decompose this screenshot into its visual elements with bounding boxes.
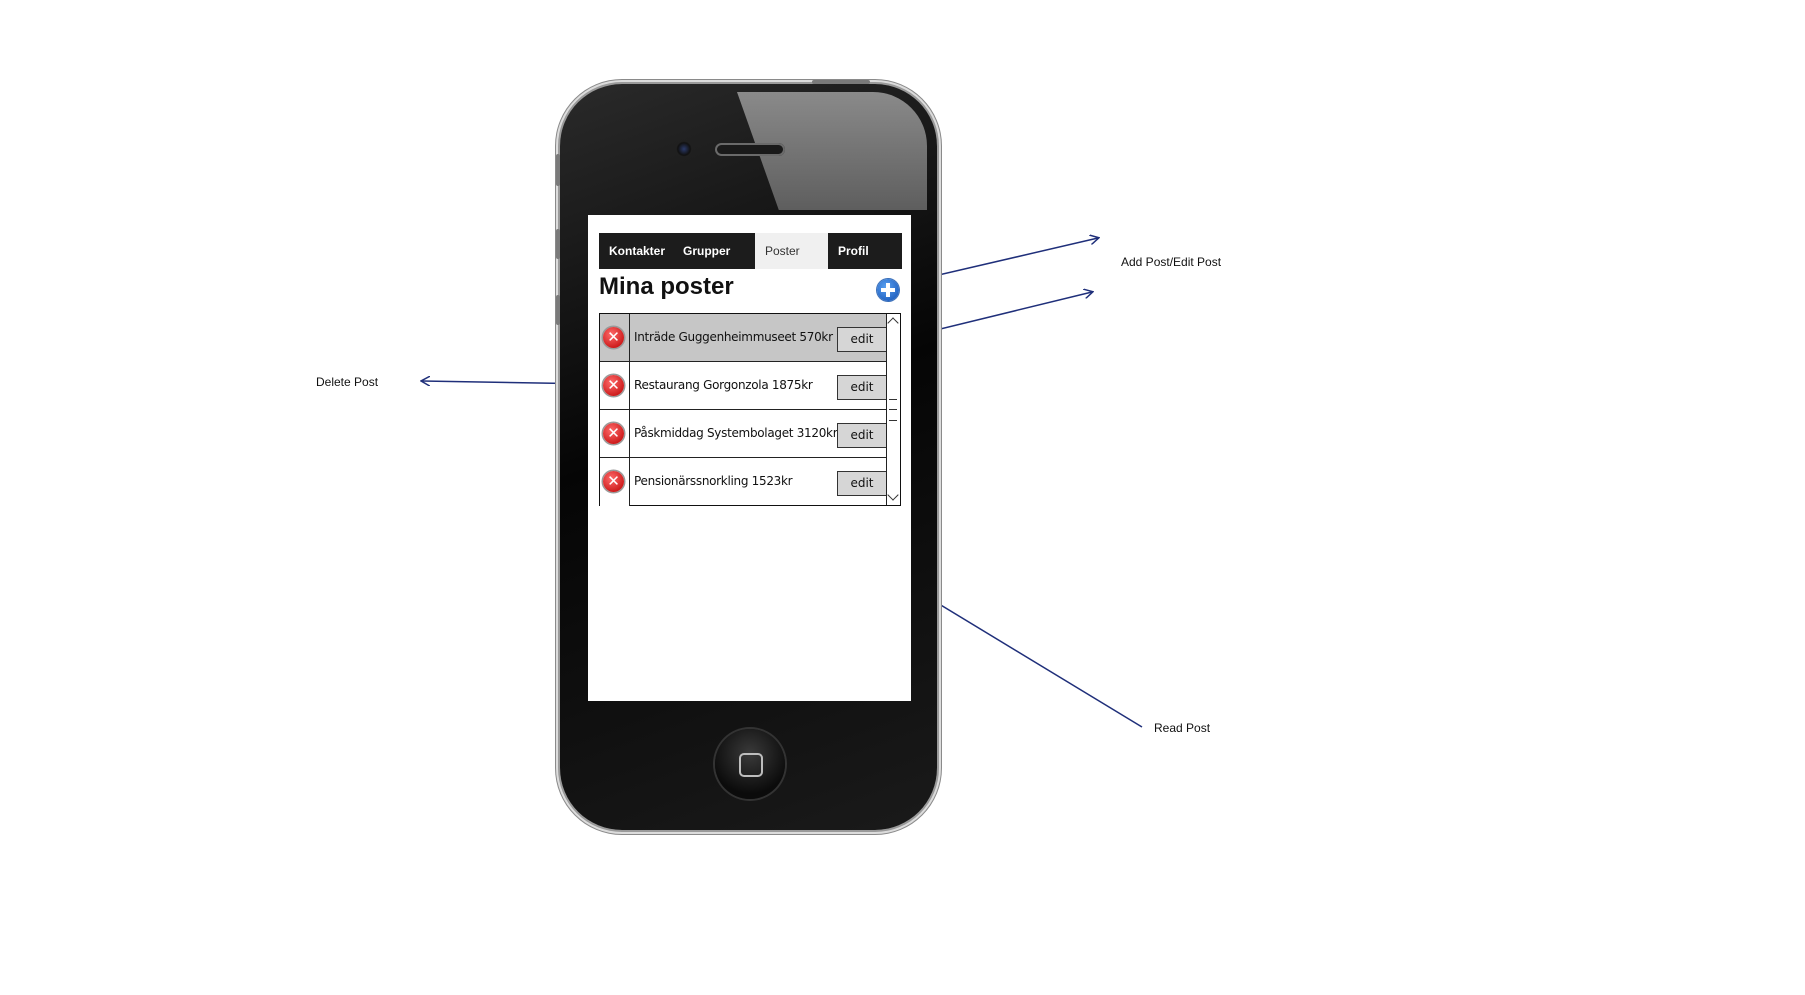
x-circle-icon[interactable]: ✕ (603, 471, 624, 492)
tab-poster[interactable]: Poster (755, 233, 828, 269)
page-title: Mina poster (599, 273, 734, 300)
annotation-read-post: Read Post (1154, 721, 1211, 735)
chevron-down-icon[interactable] (887, 489, 899, 501)
row-delete-cell: ✕ (600, 362, 630, 409)
tab-kontakter[interactable]: Kontakter (599, 233, 673, 269)
post-title[interactable]: Pensionärssnorkling 1523kr (634, 474, 793, 488)
edit-button[interactable]: edit (837, 375, 887, 400)
tab-profil[interactable]: Profil (828, 233, 902, 269)
annotation-add-edit-post: Add Post/Edit Post (1121, 255, 1222, 269)
phone-frame: Kontakter Grupper Poster Profil Mina pos… (556, 80, 937, 830)
x-circle-icon[interactable]: ✕ (603, 375, 624, 396)
row-delete-cell: ✕ (600, 410, 630, 457)
post-row[interactable]: ✕ Pensionärssnorkling 1523kr edit (600, 458, 887, 506)
post-row[interactable]: ✕ Restaurang Gorgonzola 1875kr edit (600, 362, 887, 410)
post-title[interactable]: Inträde Guggenheimmuseet 570kr (634, 330, 833, 344)
tab-bar: Kontakter Grupper Poster Profil (599, 233, 902, 269)
mute-switch (556, 154, 560, 186)
x-circle-icon[interactable]: ✕ (603, 423, 624, 444)
post-row[interactable]: ✕ Påskmiddag Systembolaget 3120kr edit (600, 410, 887, 458)
post-title[interactable]: Påskmiddag Systembolaget 3120kr (634, 426, 838, 440)
power-button (812, 80, 870, 84)
plus-circle-icon[interactable] (877, 279, 899, 301)
volume-up-button (556, 229, 560, 259)
post-title[interactable]: Restaurang Gorgonzola 1875kr (634, 378, 813, 392)
edit-button[interactable]: edit (837, 327, 887, 352)
post-row[interactable]: ✕ Inträde Guggenheimmuseet 570kr edit (600, 314, 887, 362)
scroll-thumb[interactable] (889, 399, 897, 421)
annotation-delete-post: Delete Post (316, 375, 379, 389)
home-square-icon (739, 753, 763, 777)
home-button[interactable] (715, 729, 785, 799)
phone-screen: Kontakter Grupper Poster Profil Mina pos… (588, 215, 911, 701)
row-delete-cell: ✕ (600, 314, 630, 361)
volume-down-button (556, 295, 560, 325)
x-circle-icon[interactable]: ✕ (603, 327, 624, 348)
edit-button[interactable]: edit (837, 471, 887, 496)
camera-icon (676, 141, 692, 157)
speaker-grille (715, 143, 785, 156)
edit-button[interactable]: edit (837, 423, 887, 448)
chevron-up-icon[interactable] (887, 317, 899, 329)
list-scrollbar[interactable] (886, 314, 900, 505)
row-delete-cell: ✕ (600, 458, 630, 506)
tab-grupper[interactable]: Grupper (673, 233, 755, 269)
post-list[interactable]: ✕ Inträde Guggenheimmuseet 570kr edit ✕ … (599, 313, 901, 506)
